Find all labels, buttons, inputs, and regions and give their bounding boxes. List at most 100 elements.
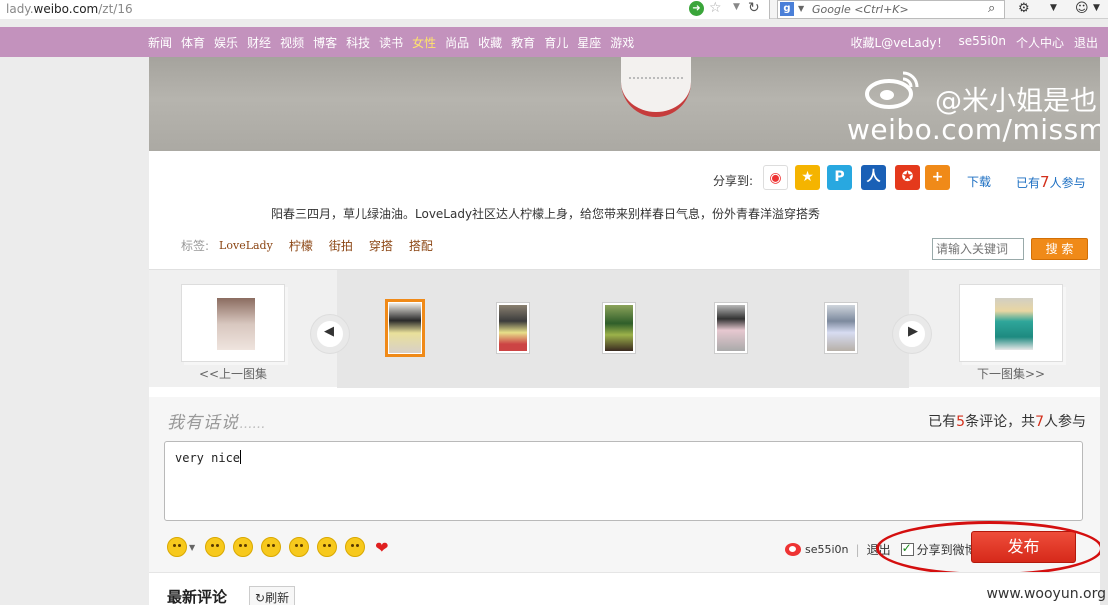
gallery-strip: <<上一图集 ◀ ▶ 下一图集>> [149,269,1108,388]
tag-link[interactable]: 搭配 [409,237,433,254]
scrollbar-track[interactable] [1100,57,1108,605]
bookmark-star-icon[interactable]: ☆ [709,0,722,16]
toolbar-dropdown-icon[interactable]: ▼ [1050,3,1057,13]
toolbar-tool-icon[interactable]: ⚙ [1018,1,1030,16]
laugh-emoji-icon[interactable] [205,537,226,557]
sina-weibo-icon[interactable]: ◉ [763,165,788,190]
nav-item[interactable]: 科技 [346,34,370,51]
nav-item[interactable]: 星座 [577,34,601,51]
address-url[interactable]: lady.weibo.com/zt/16 [6,2,133,16]
thinking-emoji-icon[interactable] [233,537,254,557]
next-arrow-button[interactable]: ▶ [893,315,931,353]
thumbnail-photo [717,305,745,351]
latest-comments-header: 最新评论 ↻刷新 [149,572,1108,605]
username-link[interactable]: se55i0n [958,34,1005,51]
kaixin-icon[interactable]: ✪ [895,165,920,190]
thumbnail[interactable] [714,302,748,354]
thumbnail[interactable] [602,302,636,354]
nav-item[interactable]: 教育 [511,34,535,51]
thumbnail[interactable] [824,302,858,354]
main-content: @米小姐是也 weibo.com/missmis 分享到: ◉ ★ P 人 ✪ + 下载 … [149,57,1108,605]
favorite-link[interactable]: 收藏L@veLady！ [851,34,949,51]
sleepy-emoji-icon[interactable] [345,537,366,557]
addon-dropdown-icon[interactable]: ▼ [1093,3,1100,13]
grin-emoji-icon[interactable] [289,537,310,557]
thumbnail[interactable] [385,299,425,357]
channel-nav: 新闻 体育 娱乐 财经 视频 博客 科技 读书 女性 尚品 收藏 教育 育儿 星座 游戏 [148,34,643,51]
site-watermark: www.wooyun.org [986,586,1106,602]
tags-label: 标签: [181,239,210,253]
prev-album-photo [217,298,255,350]
highlight-annotation [876,521,1103,576]
text-cursor [240,450,242,464]
tag-link[interactable]: LoveLady [219,239,273,252]
nav-item[interactable]: 博客 [313,34,337,51]
search-icon[interactable]: ⌕ [988,1,995,16]
renren-icon[interactable]: 人 [861,165,886,190]
tag-link[interactable]: 街拍 [329,237,353,254]
album-description: 阳春三四月，草儿绿油油。LoveLady社区达人柠檬上身，给您带来别样春日气息，… [271,207,821,221]
tag-link[interactable]: 柠檬 [289,237,313,254]
go-arrow-icon[interactable]: ➜ [689,1,704,16]
nav-item[interactable]: 读书 [379,34,403,51]
browser-search-box[interactable]: g ▼ Google <Ctrl+K> ⌕ [777,0,1005,19]
nav-item[interactable]: 视频 [280,34,304,51]
user-center-link[interactable]: 个人中心 [1016,34,1064,51]
tag-link[interactable]: 穿搭 [369,237,393,254]
tencent-weibo-icon[interactable]: P [827,165,852,190]
logout-link[interactable]: 退出 [1074,34,1098,51]
participants-link[interactable]: 已有7人参与 [1016,173,1086,191]
reload-icon[interactable]: ↻ [748,0,760,16]
crying-emoji-icon[interactable] [261,537,282,557]
heart-icon[interactable]: ❤ [375,538,388,557]
google-icon[interactable]: g [780,2,794,16]
thumbnail[interactable] [496,302,530,354]
comment-textarea[interactable]: very nice [164,441,1083,521]
keyword-search-input[interactable] [932,238,1024,260]
prev-arrow-button[interactable]: ◀ [311,315,349,353]
download-link[interactable]: 下载 [967,173,991,190]
thumbnail-photo [605,305,633,351]
nav-item[interactable]: 财经 [247,34,271,51]
refresh-button[interactable]: ↻刷新 [249,586,296,605]
prev-album-card[interactable] [181,284,285,362]
nav-item[interactable]: 游戏 [610,34,634,51]
thumbnail-photo [827,305,855,351]
qzone-icon[interactable]: ★ [795,165,820,190]
comment-section: 我有话说…… 已有5条评论，共7人参与 very nice ▼ ❤ se55i0… [149,397,1108,576]
smiley-icon[interactable] [167,537,187,557]
search-button[interactable]: 搜 索 [1031,238,1088,260]
arrow-right-icon: ▶ [908,324,918,339]
nav-item[interactable]: 育儿 [544,34,568,51]
thumbnail-photo [499,305,527,351]
nav-item[interactable]: 女性 [412,34,436,51]
next-album-card[interactable] [959,284,1063,362]
emoji-dropdown-icon[interactable]: ▼ [189,543,195,552]
nav-item[interactable]: 新闻 [148,34,172,51]
refresh-icon: ↻ [255,591,266,605]
addon-icon[interactable]: ☺ [1075,1,1089,16]
latest-comments-title: 最新评论 [167,588,228,605]
more-share-icon[interactable]: + [925,165,950,190]
divider: | [855,542,860,557]
shy-emoji-icon[interactable] [317,537,338,557]
share-bar: 分享到: ◉ ★ P 人 ✪ + 下载 已有7人参与 [149,163,1108,193]
next-album-photo [995,298,1033,350]
nav-item[interactable]: 尚品 [445,34,469,51]
comment-username[interactable]: se55i0n [805,543,849,556]
banner-image: @米小姐是也 weibo.com/missmis [149,57,1108,151]
prev-album-link[interactable]: <<上一图集 [181,365,285,382]
weibo-watermark-icon [865,71,919,109]
nav-item[interactable]: 娱乐 [214,34,238,51]
comment-count: 已有5条评论，共7人参与 [928,414,1086,430]
search-engine-dropdown-icon[interactable]: ▼ [798,4,804,13]
nav-item[interactable]: 体育 [181,34,205,51]
arrow-left-icon: ◀ [324,324,334,339]
address-bar[interactable]: lady.weibo.com/zt/16 ➜ ☆ ▼ ↻ [0,0,770,19]
history-dropdown-icon[interactable]: ▼ [733,2,740,12]
next-album-link[interactable]: 下一图集>> [959,365,1063,382]
shoe-photo [621,57,691,117]
nav-item[interactable]: 收藏 [478,34,502,51]
banner-watermark-url: weibo.com/missmis [847,113,1108,146]
weibo-logo-icon [785,543,801,556]
